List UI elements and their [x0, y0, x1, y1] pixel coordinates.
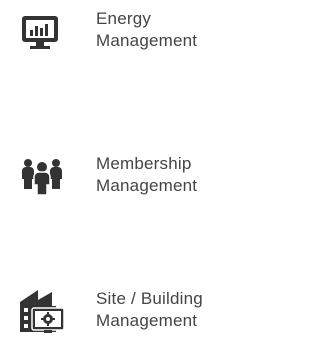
monitor-chart-icon [18, 8, 66, 56]
menu-item-label: Membership Management [96, 153, 197, 197]
people-group-icon [18, 153, 66, 201]
label-line-2: Management [96, 31, 198, 50]
label-line-2: Management [96, 311, 198, 330]
label-line-1: Membership [96, 154, 192, 173]
label-line-2: Management [96, 176, 198, 195]
menu-item-energy-management[interactable]: Energy Management [0, 2, 243, 62]
label-line-1: Site / Building [96, 289, 203, 308]
building-gear-icon [18, 288, 66, 336]
menu-item-membership-management[interactable]: Membership Management [0, 147, 243, 207]
menu-item-site-building-management[interactable]: Site / Building Management [0, 282, 243, 342]
label-line-1: Energy [96, 9, 152, 28]
menu-item-label: Site / Building Management [96, 288, 203, 332]
menu-item-label: Energy Management [96, 8, 197, 52]
